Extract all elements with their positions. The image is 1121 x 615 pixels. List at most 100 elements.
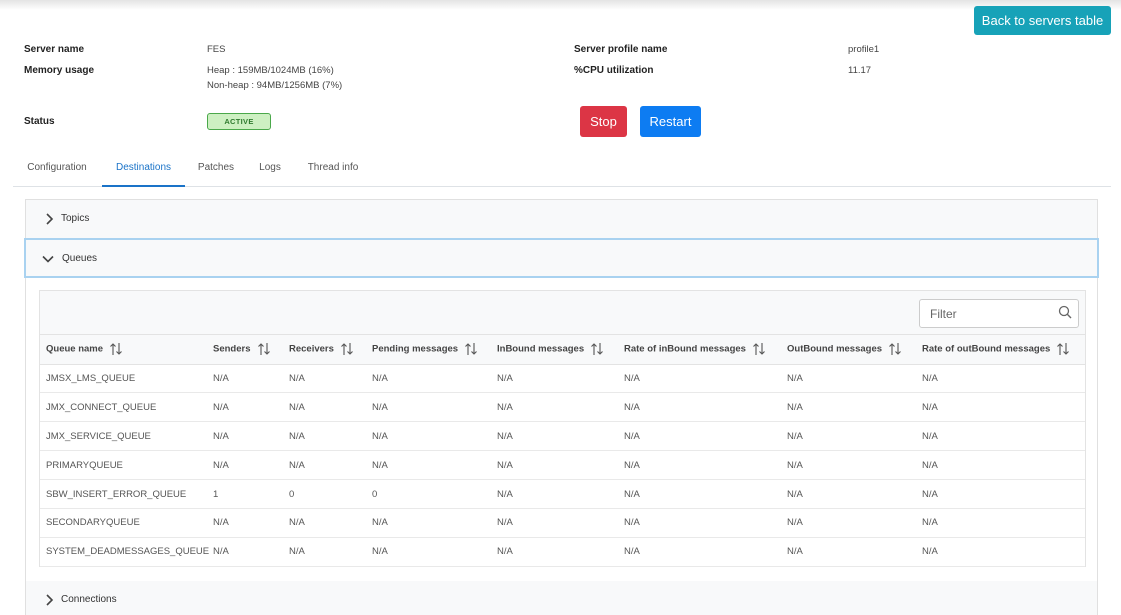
column-header-inbound-messages[interactable]: InBound messages: [491, 335, 618, 365]
stop-button[interactable]: Stop: [580, 106, 627, 137]
table-row: SECONDARYQUEUE N/A N/A N/A N/A N/A N/A N/A: [40, 508, 1085, 538]
table-cell: N/A: [491, 450, 618, 481]
table-cell: N/A: [366, 450, 491, 481]
column-header-label: Rate of inBound messages: [624, 343, 746, 355]
restart-button[interactable]: Restart: [640, 106, 701, 137]
column-header-receivers[interactable]: Receivers: [283, 335, 366, 365]
sort-icon[interactable]: [464, 342, 478, 356]
column-header-senders[interactable]: Senders: [207, 335, 283, 365]
chevron-right-icon: [46, 213, 54, 225]
tab-patches[interactable]: Patches: [189, 148, 243, 187]
table-cell: N/A: [781, 421, 916, 452]
tab-destinations[interactable]: Destinations: [102, 148, 185, 187]
column-header-label: Queue name: [46, 343, 104, 355]
tab-thread-info[interactable]: Thread info: [299, 148, 367, 187]
table-cell: N/A: [781, 450, 916, 481]
sort-icon[interactable]: [888, 342, 902, 356]
column-header-label: Senders: [213, 343, 251, 355]
table-cell: SBW_INSERT_ERROR_QUEUE: [40, 479, 207, 509]
chevron-down-icon: [42, 255, 54, 263]
table-cell: N/A: [491, 479, 618, 509]
table-cell: N/A: [618, 364, 781, 394]
table-cell: N/A: [618, 537, 781, 567]
table-row: JMX_CONNECT_QUEUE N/A N/A N/A N/A N/A N/A N/A: [40, 392, 1085, 423]
table-cell: N/A: [207, 421, 283, 452]
table-row: SBW_INSERT_ERROR_QUEUE 1 0 0 N/A N/A N/A N/A: [40, 479, 1085, 509]
queues-accordion-header[interactable]: Queues: [24, 238, 1099, 278]
table-cell: N/A: [283, 421, 366, 452]
tab-configuration[interactable]: Configuration: [13, 148, 101, 187]
table-cell: N/A: [491, 364, 618, 394]
status-badge: ACTIVE: [207, 113, 271, 130]
connections-accordion-header[interactable]: Connections: [26, 581, 1097, 615]
memory-heap-value: Heap : 159MB/1024MB (16%): [207, 65, 334, 76]
table-cell: N/A: [618, 421, 781, 452]
column-header-label: OutBound messages: [787, 343, 883, 355]
table-cell: N/A: [916, 537, 1085, 567]
profile-name-label: Server profile name: [574, 44, 668, 55]
table-cell: N/A: [491, 537, 618, 567]
table-cell: PRIMARYQUEUE: [40, 450, 207, 481]
table-cell: N/A: [916, 421, 1085, 452]
table-cell: N/A: [491, 421, 618, 452]
cpu-utilization-label: %CPU utilization: [574, 65, 654, 76]
chevron-right-icon: [46, 594, 54, 606]
table-cell: N/A: [916, 450, 1085, 481]
table-cell: N/A: [207, 450, 283, 481]
table-row: PRIMARYQUEUE N/A N/A N/A N/A N/A N/A N/A: [40, 450, 1085, 481]
column-header-rate-inbound[interactable]: Rate of inBound messages: [618, 335, 781, 365]
table-cell: N/A: [283, 364, 366, 394]
sort-icon[interactable]: [1056, 342, 1070, 356]
table-cell: N/A: [283, 508, 366, 538]
table-cell: SYSTEM_DEADMESSAGES_QUEUE: [40, 537, 209, 567]
destinations-accordion: Topics Queues Queue name Senders: [24, 199, 1099, 615]
status-label: Status: [24, 116, 55, 127]
sort-icon[interactable]: [257, 342, 271, 356]
table-cell: N/A: [283, 450, 366, 481]
table-row: SYSTEM_DEADMESSAGES_QUEUE N/A N/A N/A N/A N/A…: [40, 537, 1085, 567]
table-cell: N/A: [781, 508, 916, 538]
column-header-outbound-messages[interactable]: OutBound messages: [781, 335, 916, 365]
table-cell: N/A: [618, 479, 781, 509]
sort-icon[interactable]: [752, 342, 766, 356]
sort-icon[interactable]: [590, 342, 604, 356]
table-cell: N/A: [618, 508, 781, 538]
table-cell: N/A: [916, 364, 1085, 394]
profile-name-value: profile1: [848, 44, 880, 55]
table-cell: N/A: [491, 392, 618, 423]
table-cell: N/A: [366, 537, 491, 567]
topics-title: Topics: [61, 213, 90, 224]
table-toolbar: [40, 291, 1085, 335]
tab-logs[interactable]: Logs: [251, 148, 289, 187]
table-cell: N/A: [207, 364, 283, 394]
queues-title: Queues: [62, 253, 98, 264]
column-header-label: Receivers: [289, 343, 334, 355]
column-header-label: InBound messages: [497, 343, 585, 355]
table-header-row: Queue name Senders Receivers Pending mes…: [40, 335, 1085, 365]
column-header-pending-messages[interactable]: Pending messages: [366, 335, 491, 365]
table-cell: N/A: [781, 537, 916, 567]
table-cell: JMSX_LMS_QUEUE: [40, 364, 207, 394]
table-cell: N/A: [781, 479, 916, 509]
table-cell: 1: [207, 479, 283, 509]
table-cell: N/A: [283, 537, 366, 567]
column-header-rate-outbound[interactable]: Rate of outBound messages: [916, 335, 1085, 365]
cpu-utilization-value: 11.17: [848, 65, 872, 76]
table-cell: N/A: [207, 537, 283, 567]
column-header-queue-name[interactable]: Queue name: [40, 335, 207, 365]
table-cell: N/A: [491, 508, 618, 538]
back-to-servers-button[interactable]: Back to servers table: [974, 6, 1111, 35]
table-cell: 0: [283, 479, 366, 509]
connections-title: Connections: [61, 594, 117, 605]
server-name-label: Server name: [24, 44, 85, 55]
queues-table-panel: Queue name Senders Receivers Pending mes…: [39, 290, 1086, 567]
table-cell: N/A: [207, 508, 283, 538]
table-cell: N/A: [781, 392, 916, 423]
sort-icon[interactable]: [340, 342, 354, 356]
table-cell: N/A: [618, 450, 781, 481]
filter-input[interactable]: [919, 299, 1079, 328]
table-cell: N/A: [283, 392, 366, 423]
topics-accordion-header[interactable]: Topics: [26, 200, 1097, 238]
sort-icon[interactable]: [109, 342, 123, 356]
table-cell: N/A: [781, 364, 916, 394]
